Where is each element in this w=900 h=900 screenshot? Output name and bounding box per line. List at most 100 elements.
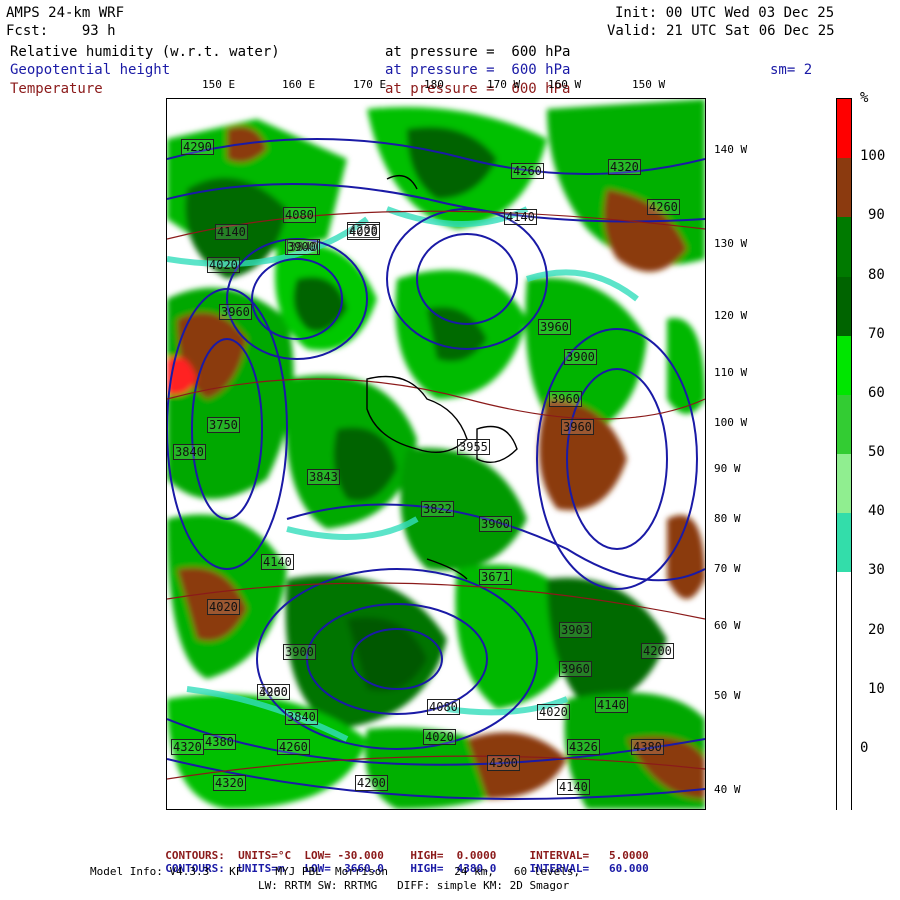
- height-contour-label: 3900: [283, 644, 316, 660]
- height-contour-label: 4320: [171, 739, 204, 755]
- lat-label: 70 W: [714, 562, 741, 575]
- colorbar-segment: [837, 394, 851, 455]
- colorbar-unit: %: [860, 90, 869, 106]
- height-contour-label: 4200: [641, 643, 674, 659]
- gh-pressure: at pressure = 600 hPa: [385, 62, 571, 78]
- height-contour-label: 4200: [355, 775, 388, 791]
- lat-label: 110 W: [714, 366, 748, 379]
- lat-label: 90 W: [714, 462, 741, 475]
- height-contour-label: 3960: [561, 419, 594, 435]
- colorbar-label: 20: [868, 621, 885, 638]
- colorbar-segment: [837, 158, 851, 219]
- model-info: Model Info: V4.3.3 KF MYJ PBL Morrison 2…: [90, 865, 581, 878]
- colorbar-segment: [837, 572, 851, 633]
- init-time: Init: 00 UTC Wed 03 Dec 25: [615, 5, 835, 21]
- height-contour-label: 4380: [203, 734, 236, 750]
- colorbar-segment: [837, 631, 851, 692]
- height-contour-label: 4080: [427, 699, 460, 715]
- model-info-physics: LW: RRTM SW: RRTMG DIFF: simple KM: 2D S…: [258, 879, 570, 892]
- height-contour-label: 3840: [173, 444, 206, 460]
- colorbar-segment: [837, 690, 851, 751]
- smoothing-label: sm= 2: [770, 62, 813, 78]
- height-contour-label: 4140: [504, 209, 537, 225]
- rh-field-label: Relative humidity (w.r.t. water): [10, 44, 280, 60]
- height-contour-label: 3900: [285, 239, 318, 255]
- height-contour-label: 4260: [511, 163, 544, 179]
- rh-pressure: at pressure = 600 hPa: [385, 44, 571, 60]
- colorbar-label: 10: [868, 680, 885, 697]
- lon-label: 160 W: [548, 78, 582, 91]
- colorbar-segment: [837, 513, 851, 574]
- lat-label: 80 W: [714, 512, 741, 525]
- colorbar-label: 30: [868, 562, 885, 579]
- colorbar: [836, 98, 852, 810]
- colorbar-label: 70: [868, 325, 885, 342]
- height-contour-label: 4080: [283, 207, 316, 223]
- lat-label: 120 W: [714, 309, 748, 322]
- height-contour-label: 4200: [257, 684, 290, 700]
- lon-label: 170 E: [353, 78, 387, 91]
- height-contour-label: 4320: [213, 775, 246, 791]
- height-contour-label: 4380: [631, 739, 664, 755]
- height-contour-label: 4300: [487, 755, 520, 771]
- colorbar-label: 60: [868, 384, 885, 401]
- height-contour-label: 3843: [307, 469, 340, 485]
- colorbar-segment: [837, 454, 851, 514]
- height-contour-label: 3955: [457, 439, 490, 455]
- height-contour-label: 3822: [421, 501, 454, 517]
- lat-label: 100 W: [714, 416, 748, 429]
- lon-label: 150 E: [202, 78, 236, 91]
- gh-field-label: Geopotential height: [10, 62, 171, 78]
- colorbar-label: 0: [860, 739, 869, 756]
- height-contour-label: 4140: [557, 779, 590, 795]
- height-contour-label: 4140: [595, 697, 628, 713]
- colorbar-segment: [837, 99, 851, 159]
- height-contour-label: 4326: [567, 739, 600, 755]
- height-contour-label: 4020: [207, 257, 240, 273]
- colorbar-label: 40: [868, 503, 885, 520]
- lon-label: 150 W: [632, 78, 666, 91]
- temp-pressure: at pressure = 600 hPa: [385, 81, 571, 97]
- colorbar-label: 80: [868, 266, 885, 283]
- lat-label: 140 W: [714, 143, 748, 156]
- lat-label: 50 W: [714, 689, 741, 702]
- height-contour-label: 4260: [277, 739, 310, 755]
- colorbar-segment: [837, 217, 851, 278]
- colorbar-segment: [837, 749, 851, 810]
- height-contour-label: 3840: [285, 709, 318, 725]
- colorbar-label: 90: [868, 207, 885, 224]
- height-contour-label: 4140: [215, 224, 248, 240]
- height-contour-label: 4020: [347, 224, 380, 240]
- lat-label: 130 W: [714, 237, 748, 250]
- lon-label: 180: [424, 78, 444, 91]
- height-contour-label: 3903: [559, 622, 592, 638]
- colorbar-label: 50: [868, 444, 885, 460]
- height-contour-label: 3900: [564, 349, 597, 365]
- lon-label: 170 W: [487, 78, 521, 91]
- height-contour-label: 3960: [219, 304, 252, 320]
- map-panel[interactable]: 4290 4140 4080 4020 3960 3840 3750 3900 4200 4020…: [166, 98, 706, 810]
- height-contour-label: 4020: [207, 599, 240, 615]
- height-contour-label: 3960: [549, 391, 582, 407]
- height-contour-label: 4320: [608, 159, 641, 175]
- model-title: AMPS 24-km WRF: [6, 5, 125, 21]
- colorbar-label: 100: [860, 148, 886, 165]
- lat-label: 60 W: [714, 619, 741, 632]
- colorbar-segment: [837, 276, 851, 337]
- height-contour-label: 4290: [181, 139, 214, 155]
- height-contour-label: 3900: [479, 516, 512, 532]
- forecast-hour: Fcst: 93 h: [6, 23, 116, 39]
- lon-label: 160 E: [282, 78, 316, 91]
- height-contour-label: 3960: [559, 661, 592, 677]
- height-contour-label: 3960: [538, 319, 571, 335]
- height-contour-label: 4140: [261, 554, 294, 570]
- height-contour-label: 3750: [207, 417, 240, 433]
- height-contour-label: 3671: [479, 569, 512, 585]
- temp-field-label: Temperature: [10, 81, 103, 97]
- height-contour-label: 4260: [647, 199, 680, 215]
- valid-time: Valid: 21 UTC Sat 06 Dec 25: [607, 23, 835, 39]
- height-contour-label: 4020: [537, 704, 570, 720]
- height-contour-label: 4020: [423, 729, 456, 745]
- lat-label: 40 W: [714, 783, 741, 796]
- colorbar-segment: [837, 335, 851, 396]
